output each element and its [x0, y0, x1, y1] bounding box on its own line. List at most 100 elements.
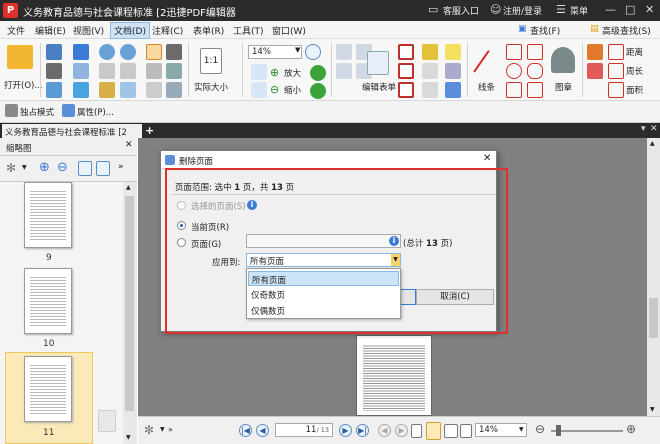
- edit-form-label[interactable]: 编辑表单: [362, 81, 396, 93]
- hand-tool-icon[interactable]: [146, 44, 162, 60]
- close-icon[interactable]: ✕: [645, 3, 654, 16]
- properties-icon[interactable]: [62, 104, 75, 117]
- fit-width-icon[interactable]: [251, 82, 267, 98]
- scroll-up-icon[interactable]: ▲: [650, 140, 655, 147]
- next-page-button[interactable]: ▶: [339, 424, 352, 437]
- thumb-zoom-in-icon[interactable]: ⊕: [39, 160, 50, 175]
- zoom-select[interactable]: 14%: [248, 45, 302, 59]
- scroll-down-icon[interactable]: ▼: [650, 406, 655, 413]
- zoom-out-icon[interactable]: ⊖: [535, 422, 545, 436]
- arrow-icon[interactable]: [506, 44, 522, 60]
- gear-icon[interactable]: ✻: [144, 423, 154, 437]
- actual-size-label[interactable]: 实际大小: [194, 81, 228, 93]
- menu-document[interactable]: 文档(D): [110, 22, 150, 39]
- form-list-icon[interactable]: [398, 82, 414, 98]
- eraser-icon[interactable]: [587, 63, 603, 79]
- tab-menu-icon[interactable]: ▾: [641, 124, 646, 134]
- page-thumbnail[interactable]: [24, 268, 72, 334]
- camera-icon[interactable]: [166, 44, 182, 60]
- find-icon[interactable]: ▣: [518, 24, 527, 34]
- user-icon[interactable]: ☺: [490, 3, 501, 16]
- highlight-text-icon[interactable]: [422, 44, 438, 60]
- zoom-out-label[interactable]: 缩小: [284, 84, 301, 96]
- advanced-find-icon[interactable]: ▤: [590, 24, 599, 34]
- share-icon[interactable]: [73, 82, 89, 98]
- scrollbar-thumb[interactable]: [125, 196, 134, 411]
- edit-form-icon[interactable]: [367, 51, 389, 75]
- first-page-button[interactable]: |◀: [239, 424, 252, 437]
- open-button-label[interactable]: 打开(O)...: [4, 79, 42, 91]
- dialog-close-icon[interactable]: ✕: [483, 153, 491, 164]
- continuous-facing-icon[interactable]: [460, 424, 472, 438]
- paste-icon[interactable]: [99, 82, 115, 98]
- document-scrollbar[interactable]: ▲ ▼: [647, 138, 660, 416]
- print-icon[interactable]: [46, 63, 62, 79]
- zoom-slider-handle[interactable]: [556, 425, 561, 436]
- single-page-icon[interactable]: [411, 424, 422, 438]
- copy-icon[interactable]: [120, 63, 136, 79]
- register-login-link[interactable]: 注册/登录: [503, 4, 542, 17]
- select-text-icon[interactable]: [146, 63, 162, 79]
- scan-icon[interactable]: [73, 63, 89, 79]
- rectangle-icon[interactable]: [506, 82, 522, 98]
- save-icon[interactable]: [46, 44, 62, 60]
- sound-icon[interactable]: [445, 82, 461, 98]
- minimize-icon[interactable]: —: [605, 3, 616, 16]
- area-label[interactable]: 面积: [626, 84, 643, 96]
- cloud-icon[interactable]: [73, 44, 89, 60]
- facing-pages-icon[interactable]: [444, 424, 458, 438]
- actual-size-icon[interactable]: 1:1: [200, 48, 222, 74]
- note-icon[interactable]: [445, 44, 461, 60]
- zoom-in-label[interactable]: 放大: [284, 67, 301, 79]
- text-tool-icon[interactable]: [336, 44, 352, 60]
- link-icon[interactable]: [166, 82, 182, 98]
- document-tab[interactable]: 义务教育品德与社会课程标准 [2: [2, 124, 142, 138]
- maximize-icon[interactable]: □: [625, 3, 635, 16]
- panel-close-icon[interactable]: ✕: [125, 140, 133, 150]
- menu-form[interactable]: 表单(R): [193, 24, 224, 37]
- more-icon[interactable]: »: [118, 162, 124, 172]
- exclusive-mode-icon[interactable]: [5, 104, 18, 117]
- ellipse-icon[interactable]: [506, 63, 522, 79]
- add-text-icon[interactable]: [336, 63, 352, 79]
- form-checkbox-icon[interactable]: [398, 63, 414, 79]
- polyline-icon[interactable]: [527, 82, 543, 98]
- perimeter-icon[interactable]: [608, 63, 624, 79]
- forward-button[interactable]: ▶: [395, 424, 408, 437]
- cloud-shape-icon[interactable]: [527, 63, 543, 79]
- page-input[interactable]: 11/ 13: [275, 423, 333, 437]
- zoom-out-icon[interactable]: ⊖: [270, 83, 279, 96]
- undo-icon[interactable]: [99, 44, 115, 60]
- menu-view[interactable]: 视图(V): [73, 24, 104, 37]
- find-text-icon[interactable]: [120, 82, 136, 98]
- redo-icon[interactable]: [120, 44, 136, 60]
- advanced-find-button[interactable]: 高级查找(S): [602, 24, 651, 37]
- menu-icon[interactable]: ☰: [556, 3, 566, 16]
- polygon-icon[interactable]: [527, 44, 543, 60]
- menu-window[interactable]: 窗口(W): [272, 24, 306, 37]
- page-thumbnail[interactable]: [24, 356, 72, 422]
- more-icon[interactable]: »: [168, 425, 173, 434]
- back-button[interactable]: ◀: [378, 424, 391, 437]
- cut-icon[interactable]: [99, 63, 115, 79]
- zoom-in-icon[interactable]: ⊕: [270, 66, 279, 79]
- pencil-icon[interactable]: [587, 44, 603, 60]
- chevron-down-icon[interactable]: ▼: [22, 164, 27, 171]
- chevron-down-icon[interactable]: ▼: [295, 46, 300, 54]
- chevron-down-icon[interactable]: ▼: [519, 426, 524, 433]
- new-tab-icon[interactable]: +: [145, 124, 154, 137]
- rotate-right-icon[interactable]: [310, 83, 326, 99]
- find-button[interactable]: 查找(F): [530, 24, 560, 37]
- rotate-ccw-icon[interactable]: [78, 161, 92, 176]
- rotate-left-icon[interactable]: [310, 65, 326, 81]
- thumb-zoom-out-icon[interactable]: ⊖: [57, 160, 68, 175]
- scroll-up-icon[interactable]: ▲: [126, 184, 131, 191]
- distance-icon[interactable]: [608, 44, 624, 60]
- menu-tools[interactable]: 工具(T): [233, 24, 264, 37]
- stamp-icon[interactable]: [551, 47, 575, 73]
- rotate-cw-icon[interactable]: [96, 161, 110, 176]
- snapshot-icon[interactable]: [166, 63, 182, 79]
- properties-button[interactable]: 属性(P)...: [77, 106, 114, 118]
- menu-edit[interactable]: 编辑(E): [35, 24, 66, 37]
- chevron-down-icon[interactable]: ▼: [160, 426, 165, 433]
